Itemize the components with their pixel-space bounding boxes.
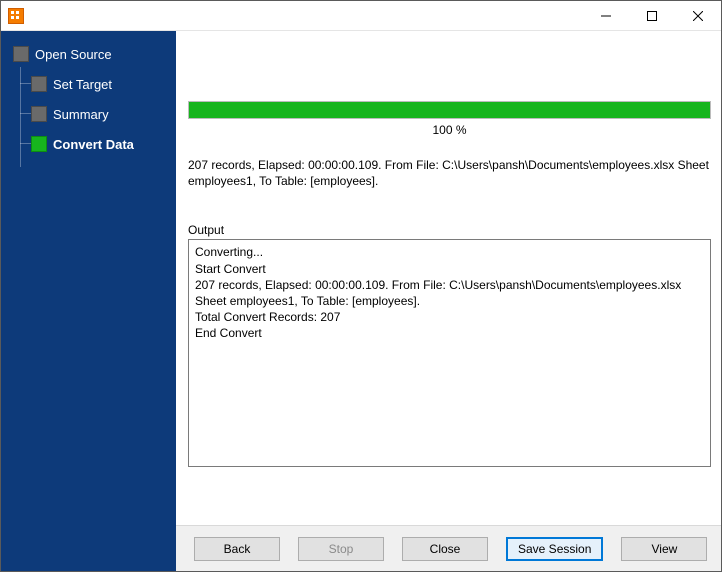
nav-item-summary[interactable]: Summary: [1, 99, 176, 129]
title-bar: [1, 1, 721, 31]
minimize-icon: [601, 11, 611, 21]
step-icon: [31, 136, 47, 152]
main-panel: 100 % 207 records, Elapsed: 00:00:00.109…: [176, 31, 721, 571]
progress-fill: [189, 102, 710, 118]
output-textarea[interactable]: Converting... Start Convert 207 records,…: [188, 239, 711, 467]
app-icon: [8, 8, 24, 24]
view-button[interactable]: View: [621, 537, 707, 561]
back-button[interactable]: Back: [194, 537, 280, 561]
nav-label: Summary: [53, 107, 109, 122]
minimize-button[interactable]: [583, 1, 629, 31]
close-window-button[interactable]: [675, 1, 721, 31]
step-icon: [13, 46, 29, 62]
wizard-sidebar: Open Source Set Target Summary Conv: [1, 31, 176, 571]
nav-label: Set Target: [53, 77, 112, 92]
maximize-button[interactable]: [629, 1, 675, 31]
progress-bar: [188, 101, 711, 119]
nav-label: Convert Data: [53, 137, 134, 152]
app-window: Open Source Set Target Summary Conv: [0, 0, 722, 572]
step-icon: [31, 76, 47, 92]
output-label: Output: [188, 223, 711, 237]
nav-item-open-source[interactable]: Open Source: [1, 39, 176, 69]
close-icon: [693, 11, 703, 21]
maximize-icon: [647, 11, 657, 21]
progress-percent-label: 100 %: [188, 123, 711, 137]
nav-label: Open Source: [35, 47, 112, 62]
close-button[interactable]: Close: [402, 537, 488, 561]
stop-button: Stop: [298, 537, 384, 561]
nav-item-set-target[interactable]: Set Target: [1, 69, 176, 99]
step-icon: [31, 106, 47, 122]
status-text: 207 records, Elapsed: 00:00:00.109. From…: [188, 157, 711, 189]
nav-item-convert-data[interactable]: Convert Data: [1, 129, 176, 159]
save-session-button[interactable]: Save Session: [506, 537, 603, 561]
button-row: Back Stop Close Save Session View: [176, 525, 721, 571]
